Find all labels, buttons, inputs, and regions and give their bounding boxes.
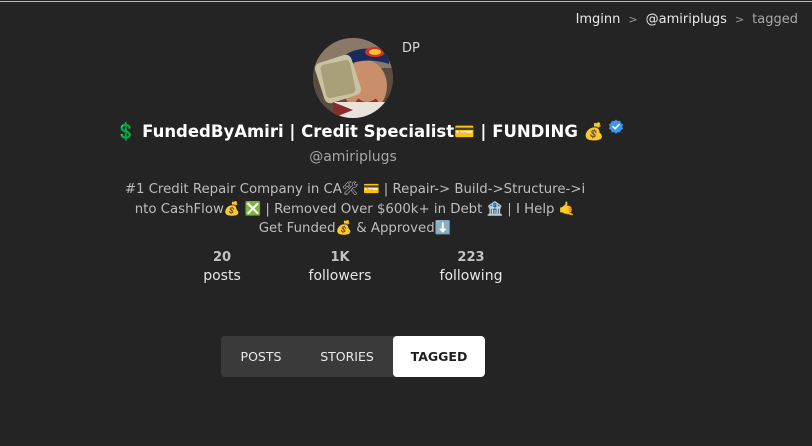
stat-posts[interactable]: 20 posts [172, 250, 272, 286]
stat-followers[interactable]: 1K followers [290, 250, 390, 286]
tab-tagged[interactable]: TAGGED [393, 336, 485, 377]
breadcrumb-separator: > [734, 13, 745, 26]
stat-posts-label: posts [203, 268, 241, 284]
breadcrumb: Imginn > @amiriplugs > tagged [576, 12, 798, 27]
breadcrumb-current: tagged [752, 12, 798, 27]
profile-display-name: 💲 FundedByAmiri | Credit Specialist💳 | F… [115, 122, 605, 141]
breadcrumb-site-link[interactable]: Imginn [576, 12, 621, 27]
profile-handle: @amiriplugs [309, 149, 397, 165]
top-border [0, 1, 812, 2]
avatar[interactable] [313, 38, 393, 118]
profile-stats: 20 posts 1K followers 223 following [0, 250, 812, 290]
stat-posts-count: 20 [212, 250, 232, 265]
tab-stories[interactable]: STORIES [301, 336, 393, 377]
stat-followers-label: followers [308, 268, 372, 284]
tab-posts[interactable]: POSTS [221, 336, 301, 377]
stat-followers-count: 1K [330, 250, 350, 265]
profile-bio: #1 Credit Repair Company in CA🛠 💳 | Repa… [124, 182, 586, 236]
profile-tabs: POSTS STORIES TAGGED [221, 336, 485, 377]
profile-name-row: 💲 FundedByAmiri | Credit Specialist💳 | F… [0, 119, 740, 142]
stat-following-count: 223 [457, 250, 485, 265]
stat-following-label: following [439, 268, 503, 284]
dp-label: DP [402, 41, 420, 56]
avatar-image [313, 38, 393, 118]
breadcrumb-separator: > [628, 13, 638, 26]
stat-following[interactable]: 223 following [421, 250, 521, 286]
breadcrumb-user-link[interactable]: @amiriplugs [646, 12, 727, 27]
verified-badge-icon [608, 119, 624, 135]
